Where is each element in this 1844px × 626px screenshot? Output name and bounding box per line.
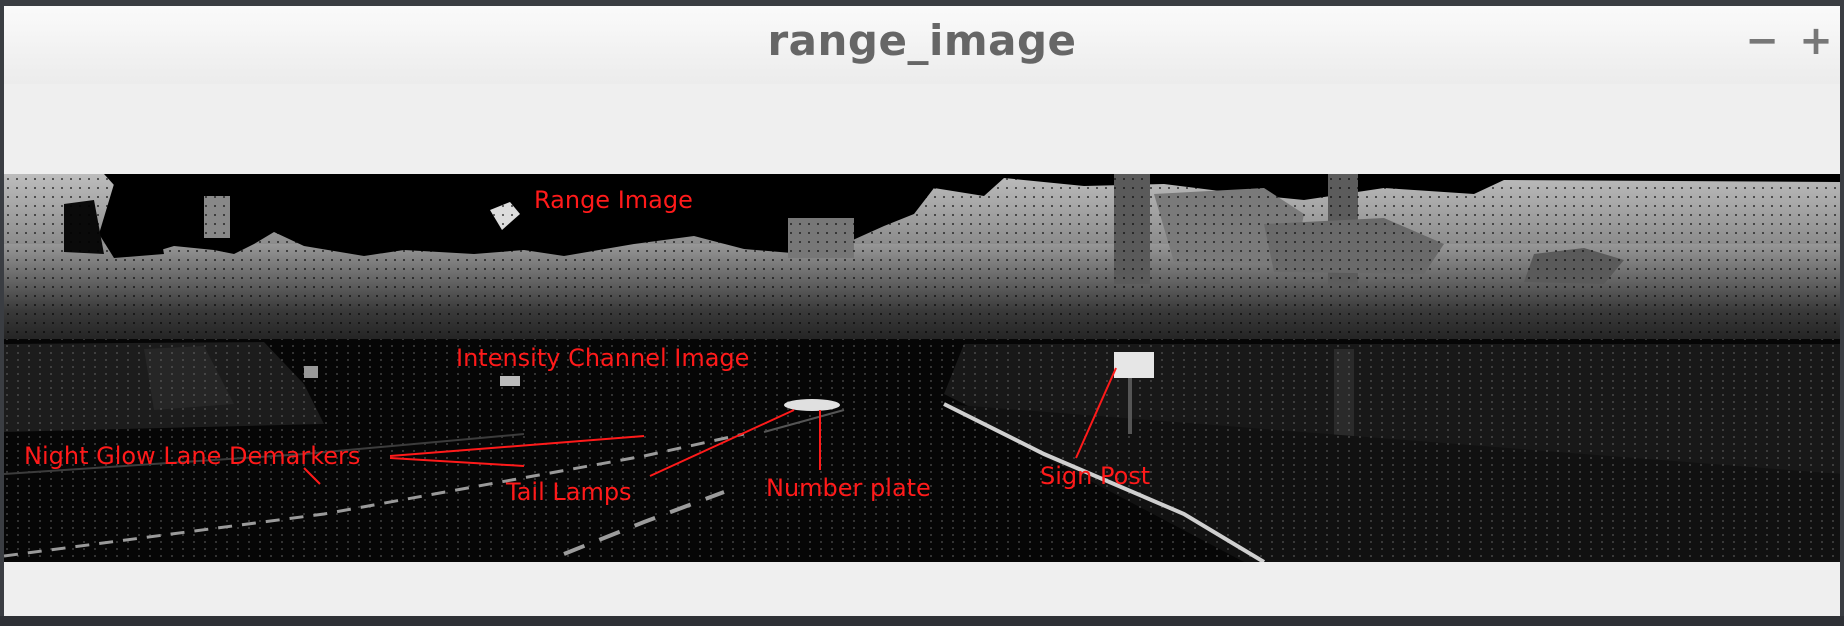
desktop-strip [0, 616, 1844, 626]
range-image-window: range_image − + Range Image Intensity Ch… [4, 6, 1840, 616]
toolbar-area [4, 84, 1840, 174]
label-range-image: Range Image [534, 186, 693, 214]
window-title: range_image [767, 16, 1077, 65]
zoom-in-button[interactable]: + [1796, 18, 1836, 64]
zoom-out-button[interactable]: − [1742, 18, 1782, 64]
label-sign-post: Sign Post [1040, 462, 1150, 490]
label-number-plate: Number plate [766, 474, 931, 502]
title-bar[interactable]: range_image − + [4, 6, 1840, 84]
label-lane-demarkers: Night Glow Lane Demarkers [24, 442, 360, 470]
range-intensity-image: Range Image Intensity Channel Image Nigh… [4, 174, 1840, 562]
image-canvas[interactable]: Range Image Intensity Channel Image Nigh… [4, 174, 1840, 562]
label-tail-lamps: Tail Lamps [505, 478, 632, 506]
status-area [4, 562, 1840, 616]
label-intensity-image: Intensity Channel Image [456, 344, 749, 372]
